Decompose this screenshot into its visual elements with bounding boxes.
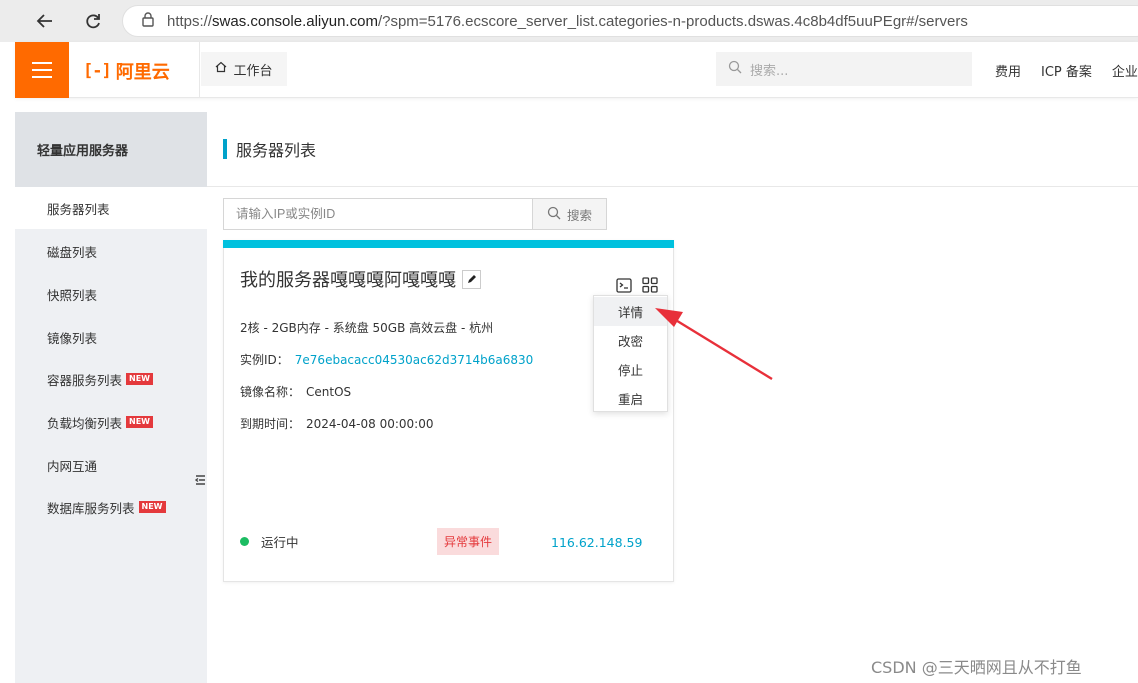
server-status: 运行中 — [240, 532, 299, 551]
global-search-input[interactable]: 搜索... — [716, 52, 972, 86]
instance-id-row: 实例ID： 7e76ebacacc04530ac62d3714b6a6830 — [240, 353, 534, 367]
more-apps-icon[interactable] — [641, 276, 659, 294]
card-dropdown-menu: 详情 改密 停止 重启 — [593, 295, 668, 412]
new-badge: NEW — [138, 501, 166, 513]
sidebar-item-snapshot-list[interactable]: 快照列表 — [15, 273, 207, 315]
sidebar-title: 轻量应用服务器 — [15, 112, 207, 187]
alert-events-badge[interactable]: 异常事件 — [437, 528, 499, 555]
divider — [199, 42, 200, 98]
aliyun-logo[interactable]: [-] 阿里云 — [83, 58, 170, 84]
ip-instance-search-input[interactable] — [223, 198, 532, 230]
link-fees[interactable]: 费用 — [995, 61, 1021, 80]
server-spec: 2核 - 2GB内存 - 系统盘 50GB 高效云盘 - 杭州 — [240, 321, 494, 335]
edit-pencil-icon[interactable] — [462, 269, 481, 289]
status-dot — [240, 537, 249, 546]
expire-time-row: 到期时间： 2024-04-08 00:00:00 — [240, 417, 434, 431]
server-name: 我的服务器嘎嘎嘎阿嘎嘎嘎 — [240, 266, 481, 292]
sidebar-item-disk-list[interactable]: 磁盘列表 — [15, 230, 207, 272]
sidebar-item-load-balancer-list[interactable]: 负载均衡列表 NEW — [15, 401, 207, 443]
home-icon — [215, 61, 227, 77]
hamburger-menu-button[interactable] — [15, 42, 69, 98]
menu-item-stop[interactable]: 停止 — [594, 355, 667, 384]
watermark: CSDN @三天晒网且从不打鱼 — [871, 658, 1082, 677]
aliyun-logo-icon: [-] — [83, 61, 112, 81]
console-header: [-] 阿里云 工作台 搜索... 费用 ICP 备案 企业 — [15, 42, 1138, 98]
page-title: 服务器列表 — [236, 141, 317, 160]
address-bar[interactable]: https://swas.console.aliyun.com/?spm=517… — [122, 5, 1138, 37]
back-arrow-icon[interactable] — [30, 6, 60, 36]
sidebar-item-intranet[interactable]: 内网互通 — [15, 444, 207, 486]
search-button[interactable]: 搜索 — [532, 198, 607, 230]
menu-item-details[interactable]: 详情 — [594, 297, 667, 326]
new-badge: NEW — [126, 416, 153, 428]
browser-toolbar: https://swas.console.aliyun.com/?spm=517… — [0, 0, 1138, 42]
sidebar-collapse-button[interactable] — [193, 452, 207, 510]
search-icon — [547, 206, 561, 223]
workbench-button[interactable]: 工作台 — [201, 52, 287, 86]
lock-icon — [141, 11, 155, 31]
link-enterprise[interactable]: 企业 — [1112, 61, 1138, 80]
menu-item-restart[interactable]: 重启 — [594, 384, 667, 413]
page-header: 服务器列表 — [207, 112, 1138, 187]
collapse-icon — [194, 474, 206, 489]
link-icp[interactable]: ICP 备案 — [1041, 61, 1092, 80]
search-icon — [728, 60, 742, 78]
card-actions — [615, 276, 659, 294]
public-ip-link[interactable]: 116.62.148.59 — [551, 535, 642, 550]
sidebar-item-server-list[interactable]: 服务器列表 — [15, 187, 207, 229]
menu-item-change-password[interactable]: 改密 — [594, 326, 667, 355]
url-text: https://swas.console.aliyun.com/?spm=517… — [167, 12, 968, 30]
reload-icon[interactable] — [78, 6, 108, 36]
header-links: 费用 ICP 备案 企业 — [995, 61, 1138, 80]
instance-id-link[interactable]: 7e76ebacacc04530ac62d3714b6a6830 — [295, 353, 533, 367]
sidebar-item-image-list[interactable]: 镜像列表 — [15, 316, 207, 358]
sidebar-item-database-list[interactable]: 数据库服务列表 NEW — [15, 486, 207, 528]
sidebar: 轻量应用服务器 服务器列表 磁盘列表 快照列表 镜像列表 容器服务列表 NEW … — [15, 112, 207, 683]
sidebar-item-container-list[interactable]: 容器服务列表 NEW — [15, 358, 207, 400]
card-accent-bar — [223, 240, 674, 248]
title-accent-bar — [223, 139, 227, 159]
image-name-row: 镜像名称： CentOS — [240, 385, 352, 399]
terminal-icon[interactable] — [615, 276, 633, 294]
new-badge: NEW — [126, 373, 153, 385]
